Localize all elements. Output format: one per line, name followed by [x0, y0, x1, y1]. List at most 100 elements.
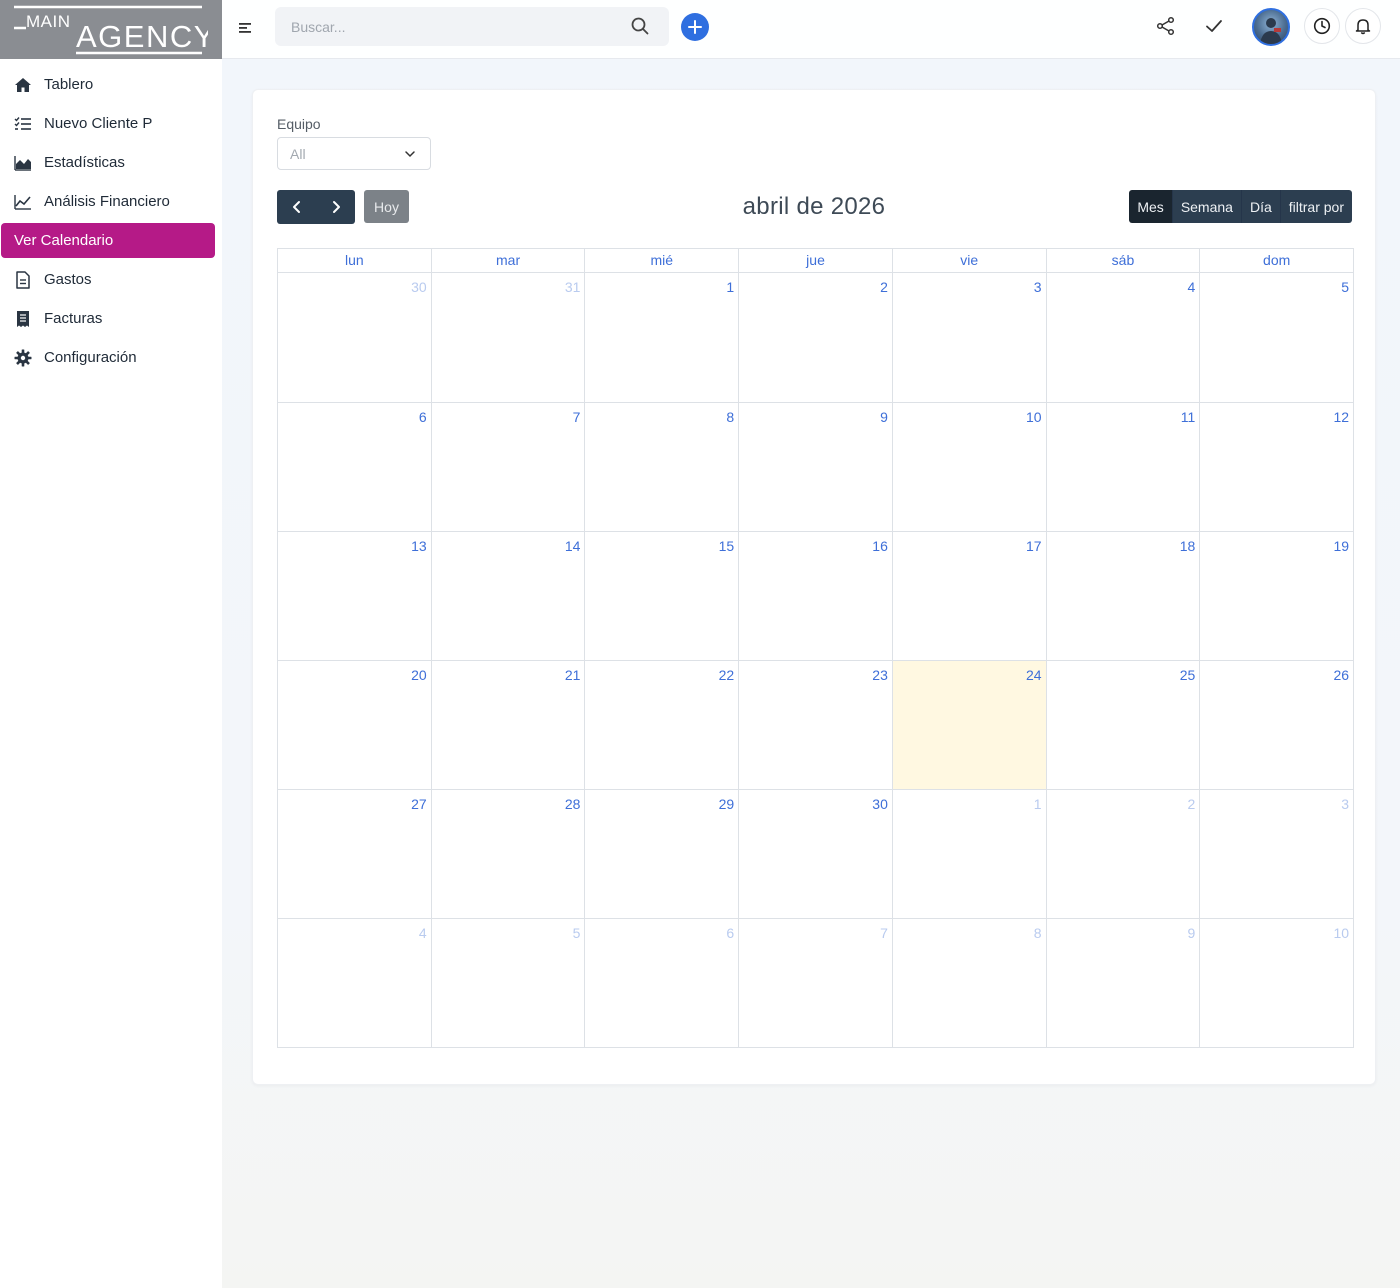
day-cell[interactable]: 22 — [584, 661, 738, 789]
day-cell[interactable]: 21 — [430, 661, 585, 789]
day-number[interactable]: 6 — [419, 409, 427, 425]
day-cell[interactable]: 29 — [584, 790, 738, 918]
sidebar-item-facturas[interactable]: Facturas — [1, 301, 215, 336]
tasks-button[interactable] — [1202, 14, 1226, 38]
day-cell[interactable]: 12 — [1199, 403, 1353, 531]
view-button-month[interactable]: Mes — [1129, 190, 1172, 223]
day-cell[interactable]: 28 — [430, 790, 585, 918]
day-number[interactable]: 2 — [880, 279, 888, 295]
day-number[interactable]: 21 — [565, 667, 581, 683]
day-cell-today[interactable]: 24 — [891, 661, 1046, 789]
day-number[interactable]: 6 — [726, 925, 734, 941]
day-cell[interactable]: 6 — [278, 403, 431, 531]
day-cell[interactable]: 19 — [1199, 532, 1353, 660]
add-button[interactable] — [681, 13, 709, 41]
day-number[interactable]: 31 — [565, 279, 581, 295]
day-cell[interactable]: 30 — [738, 790, 892, 918]
day-number[interactable]: 9 — [880, 409, 888, 425]
day-cell[interactable]: 17 — [891, 532, 1046, 660]
day-cell[interactable]: 23 — [738, 661, 892, 789]
sidebar-item-estadisticas[interactable]: Estadísticas — [1, 145, 215, 180]
day-cell[interactable]: 11 — [1045, 403, 1200, 531]
sidebar-item-ver-calendario[interactable]: Ver Calendario — [1, 223, 215, 258]
day-cell[interactable]: 14 — [430, 532, 585, 660]
day-number[interactable]: 8 — [1034, 925, 1042, 941]
day-cell[interactable]: 31 — [430, 273, 585, 402]
share-button[interactable] — [1154, 14, 1178, 38]
day-number[interactable]: 19 — [1333, 538, 1349, 554]
sidebar-item-tablero[interactable]: Tablero — [1, 67, 215, 102]
day-number[interactable]: 10 — [1026, 409, 1042, 425]
day-number[interactable]: 24 — [1026, 667, 1042, 683]
day-cell[interactable]: 18 — [1045, 532, 1200, 660]
notifications-button[interactable] — [1345, 8, 1381, 44]
day-cell[interactable]: 30 — [278, 273, 431, 402]
avatar[interactable] — [1252, 8, 1290, 46]
day-number[interactable]: 8 — [726, 409, 734, 425]
day-number[interactable]: 1 — [726, 279, 734, 295]
day-number[interactable]: 13 — [411, 538, 427, 554]
view-button-week[interactable]: Semana — [1171, 190, 1241, 223]
day-cell[interactable]: 3 — [1199, 790, 1353, 918]
day-cell[interactable]: 26 — [1199, 661, 1353, 789]
day-cell[interactable]: 1 — [891, 790, 1046, 918]
day-number[interactable]: 26 — [1333, 667, 1349, 683]
day-number[interactable]: 4 — [419, 925, 427, 941]
day-number[interactable]: 5 — [573, 925, 581, 941]
day-cell[interactable]: 5 — [430, 919, 585, 1047]
day-number[interactable]: 14 — [565, 538, 581, 554]
day-cell[interactable]: 16 — [738, 532, 892, 660]
sidebar-item-analisis-financiero[interactable]: Análisis Financiero — [1, 184, 215, 219]
day-number[interactable]: 23 — [872, 667, 888, 683]
search-input[interactable] — [275, 7, 615, 46]
day-number[interactable]: 22 — [719, 667, 735, 683]
day-number[interactable]: 18 — [1180, 538, 1196, 554]
time-button[interactable] — [1304, 8, 1340, 44]
day-number[interactable]: 27 — [411, 796, 427, 812]
day-number[interactable]: 20 — [411, 667, 427, 683]
day-cell[interactable]: 20 — [278, 661, 431, 789]
day-number[interactable]: 7 — [880, 925, 888, 941]
day-number[interactable]: 5 — [1341, 279, 1349, 295]
day-cell[interactable]: 13 — [278, 532, 431, 660]
day-cell[interactable]: 5 — [1199, 273, 1353, 402]
day-cell[interactable]: 10 — [891, 403, 1046, 531]
logo[interactable]: MAIN AGENCY — [0, 0, 222, 59]
day-number[interactable]: 16 — [872, 538, 888, 554]
day-number[interactable]: 7 — [573, 409, 581, 425]
day-cell[interactable]: 10 — [1199, 919, 1353, 1047]
day-cell[interactable]: 15 — [584, 532, 738, 660]
day-number[interactable]: 1 — [1034, 796, 1042, 812]
day-number[interactable]: 10 — [1333, 925, 1349, 941]
search-icon[interactable] — [631, 17, 649, 35]
sidebar-item-nuevo-cliente-p[interactable]: Nuevo Cliente P — [1, 106, 215, 141]
day-number[interactable]: 3 — [1341, 796, 1349, 812]
day-number[interactable]: 15 — [719, 538, 735, 554]
day-number[interactable]: 3 — [1034, 279, 1042, 295]
menu-icon[interactable] — [238, 19, 254, 37]
day-number[interactable]: 2 — [1188, 796, 1196, 812]
day-number[interactable]: 30 — [411, 279, 427, 295]
day-cell[interactable]: 27 — [278, 790, 431, 918]
sidebar-item-gastos[interactable]: Gastos — [1, 262, 215, 297]
day-cell[interactable]: 2 — [1045, 790, 1200, 918]
team-select[interactable]: All — [277, 137, 431, 170]
day-number[interactable]: 12 — [1333, 409, 1349, 425]
day-cell[interactable]: 8 — [891, 919, 1046, 1047]
day-cell[interactable]: 9 — [1045, 919, 1200, 1047]
day-cell[interactable]: 2 — [738, 273, 892, 402]
day-cell[interactable]: 1 — [584, 273, 738, 402]
view-button-filter[interactable]: filtrar por — [1279, 190, 1352, 223]
day-cell[interactable]: 6 — [584, 919, 738, 1047]
day-number[interactable]: 4 — [1188, 279, 1196, 295]
day-cell[interactable]: 3 — [891, 273, 1046, 402]
day-number[interactable]: 29 — [719, 796, 735, 812]
day-number[interactable]: 25 — [1180, 667, 1196, 683]
day-number[interactable]: 30 — [872, 796, 888, 812]
sidebar-item-configuracion[interactable]: Configuración — [1, 340, 215, 375]
view-button-day[interactable]: Día — [1240, 190, 1280, 223]
day-cell[interactable]: 7 — [738, 919, 892, 1047]
day-number[interactable]: 17 — [1026, 538, 1042, 554]
day-number[interactable]: 9 — [1188, 925, 1196, 941]
day-number[interactable]: 28 — [565, 796, 581, 812]
